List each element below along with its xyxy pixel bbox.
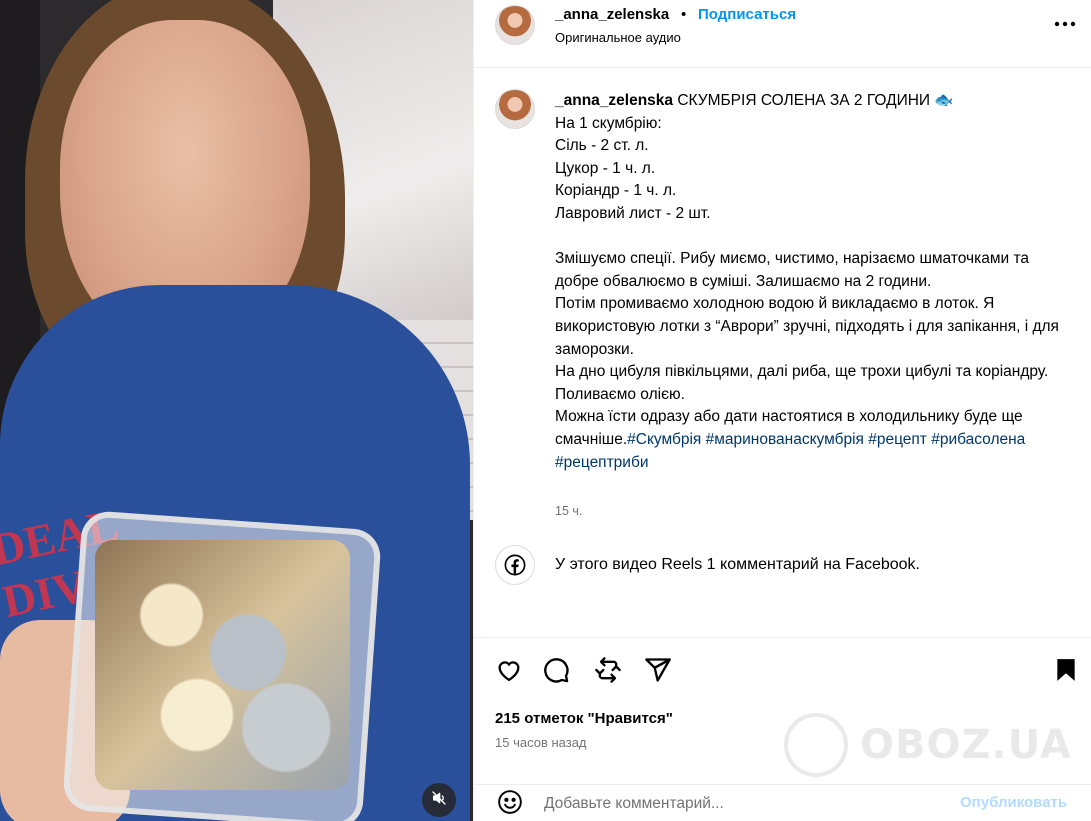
- repost-button[interactable]: [592, 656, 624, 688]
- bookmark-icon: [1053, 656, 1079, 689]
- reel-video[interactable]: DEAL DIV: [0, 0, 473, 821]
- heart-icon: [495, 656, 523, 689]
- watermark-logo: [784, 713, 848, 777]
- mute-button[interactable]: [422, 783, 456, 817]
- audio-label[interactable]: Оригинальное аудио: [555, 30, 681, 45]
- caption-avatar[interactable]: [495, 89, 535, 129]
- emoji-button[interactable]: [495, 789, 525, 819]
- comment-button[interactable]: [540, 656, 572, 688]
- header-username[interactable]: _anna_zelenska: [555, 6, 669, 23]
- watermark-text: OBOZ.UA: [860, 722, 1072, 768]
- avatar[interactable]: [495, 5, 535, 45]
- share-icon: [644, 656, 672, 689]
- caption-section: _anna_zelenska СКУМБРІЯ СОЛЕНА ЗА 2 ГОДИ…: [474, 69, 1091, 637]
- follow-button[interactable]: Подписаться: [698, 6, 796, 23]
- separator-dot: •: [681, 6, 687, 23]
- publish-button[interactable]: Опубликовать: [960, 794, 1067, 811]
- caption-body: СКУМБРІЯ СОЛЕНА ЗА 2 ГОДИНИ 🐟 На 1 скумб…: [555, 92, 1059, 448]
- like-button[interactable]: [493, 656, 525, 688]
- facebook-icon: [495, 545, 535, 585]
- emoji-icon: [497, 789, 523, 820]
- caption-text: _anna_zelenska СКУМБРІЯ СОЛЕНА ЗА 2 ГОДИ…: [555, 90, 1060, 474]
- video-mackerel-dish: [95, 540, 350, 790]
- facebook-comments-notice[interactable]: У этого видео Reels 1 комментарий на Fac…: [495, 544, 1055, 586]
- likes-count[interactable]: 215 отметок "Нравится": [495, 710, 673, 727]
- post-details-panel: _anna_zelenska • Подписаться Оригинально…: [473, 0, 1091, 821]
- comment-icon: [542, 656, 570, 689]
- share-button[interactable]: [642, 656, 674, 688]
- caption-timestamp[interactable]: 15 ч.: [555, 504, 582, 518]
- post-actions: 215 отметок "Нравится" 15 часов назад OB…: [474, 637, 1091, 819]
- mute-icon: [431, 790, 447, 811]
- save-button[interactable]: [1050, 656, 1082, 688]
- caption-username[interactable]: _anna_zelenska: [555, 92, 673, 109]
- more-options-button[interactable]: [1052, 10, 1078, 36]
- more-options-icon: [1054, 14, 1076, 32]
- reel-post: DEAL DIV _anna_zelenska • Подписаться Ор…: [0, 0, 1091, 821]
- facebook-notice-text: У этого видео Reels 1 комментарий на Fac…: [555, 556, 920, 573]
- repost-icon: [594, 656, 622, 689]
- comment-bar: Опубликовать: [474, 784, 1091, 820]
- post-header: _anna_zelenska • Подписаться Оригинально…: [474, 0, 1091, 68]
- comment-input[interactable]: [544, 791, 944, 817]
- watermark: OBOZ.UA: [784, 710, 1084, 780]
- post-date[interactable]: 15 часов назад: [495, 735, 587, 750]
- caption-hashtags[interactable]: #Скумбрія #маринованаскумбрія #рецепт #р…: [555, 431, 1030, 471]
